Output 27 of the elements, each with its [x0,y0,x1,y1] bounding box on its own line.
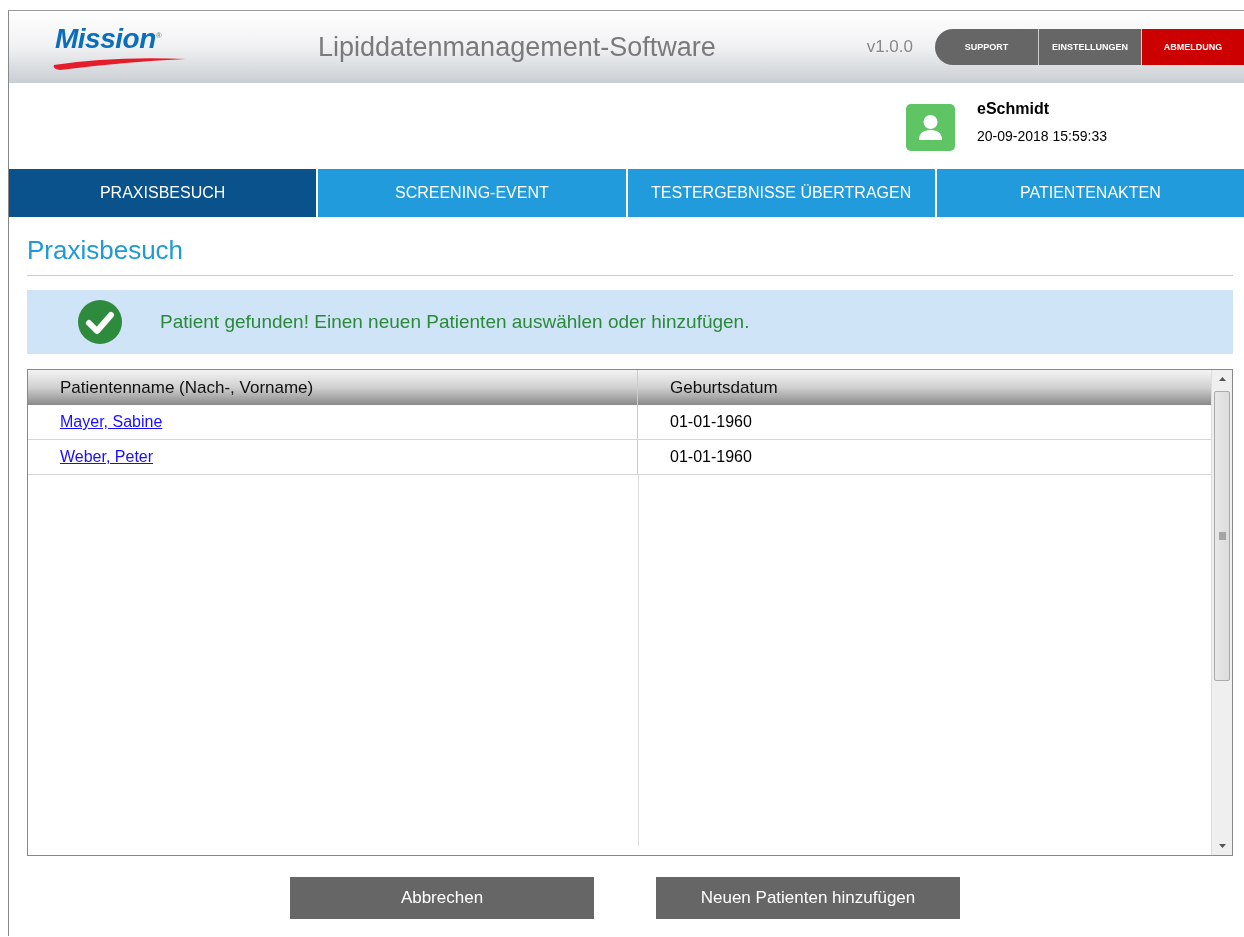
app-title: Lipiddatenmanagement-Software [318,31,716,63]
column-header[interactable]: Geburtsdatum [638,370,1211,405]
table-cell-text: 01-01-1960 [669,412,753,432]
logo-text: Mission$^{®}$ [55,23,162,55]
header-button[interactable]: SUPPORT [935,29,1038,65]
grip-icon [1217,532,1227,540]
patient-link[interactable]: Mayer, Sabine [60,413,163,431]
table-cell-text: 01-01-1960 [669,447,753,467]
user-name: eSchmidt [977,100,1050,118]
column-header[interactable]: Patientenname (Nach-, Vorname) [28,370,638,405]
scrollbar[interactable] [1211,370,1232,855]
nav-tab[interactable]: TESTERGEBNISSE ÜBERTRAGEN [627,169,935,217]
action-button[interactable]: Abbrechen [290,877,594,919]
action-button[interactable]: Neuen Patienten hinzufügen [656,877,960,919]
nav-tab[interactable]: PATIENTENAKTEN [936,169,1244,217]
page-title: Praxisbesuch [27,235,1233,276]
nav-tab[interactable]: PRAXISBESUCH [9,169,317,217]
header-button[interactable]: ABMELDUNG [1141,29,1244,65]
nav-tab[interactable]: SCREENING-EVENT [318,169,626,217]
scrollbar-thumb[interactable] [1214,391,1230,681]
version-label: v1.0.0 [866,37,913,57]
user-avatar-icon [906,104,955,151]
patient-link[interactable]: Weber, Peter [60,448,154,466]
header-button[interactable]: EINSTELLUNGEN [1038,29,1141,65]
alert-message: Patient gefunden! Einen neuen Patienten auswählen oder hinzufügen. [160,311,750,333]
check-circle-icon [78,300,122,344]
login-datetime: 20-09-2018 15:59:33 [977,128,1107,144]
